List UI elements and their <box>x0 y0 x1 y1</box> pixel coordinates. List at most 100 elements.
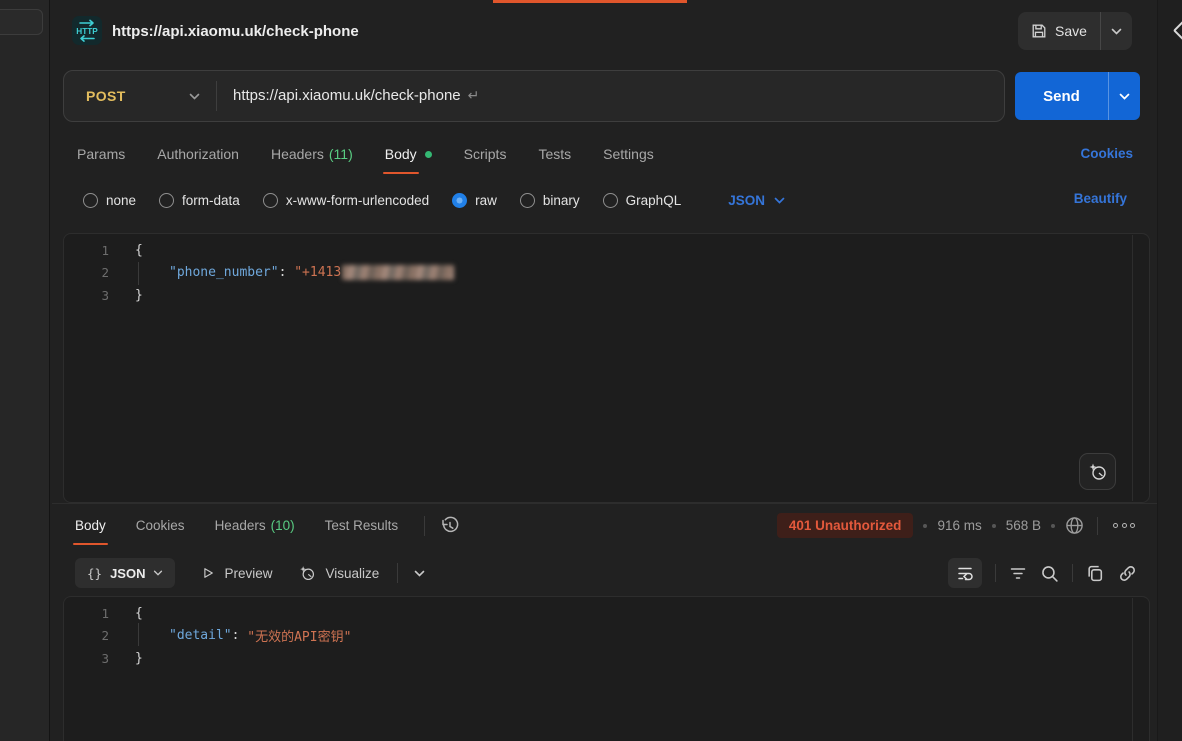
request-url-bar: POST https://api.xiaomu.uk/check-phone ↵ <box>63 70 1005 122</box>
more-options-icon[interactable] <box>1111 521 1137 530</box>
body-type-options: none form-data x-www-form-urlencoded raw bin… <box>83 185 785 215</box>
tab-label: Scripts <box>464 146 507 162</box>
return-symbol: ↵ <box>468 87 480 103</box>
send-label: Send <box>1015 88 1108 105</box>
tab-test-results[interactable]: Test Results <box>325 504 399 547</box>
tab-headers[interactable]: Headers(11) <box>271 132 353 176</box>
radio-icon <box>263 193 278 208</box>
response-body-code: 1{2"detail": "无效的API密钥"3} <box>64 597 1149 670</box>
filter-icon <box>1009 564 1027 582</box>
request-body-code: 1{2"phone_number": "+14133} <box>64 234 1149 307</box>
url-value: https://api.xiaomu.uk/check-phone <box>233 87 461 104</box>
sidebar-tab-partial[interactable] <box>0 9 43 35</box>
postbot-button[interactable] <box>1079 453 1116 490</box>
response-status-bar: 401 Unauthorized 916 ms 568 B <box>777 504 1137 547</box>
filter-button[interactable] <box>1009 564 1027 582</box>
play-icon <box>201 566 215 580</box>
tab-tests[interactable]: Tests <box>538 132 571 176</box>
request-body-editor[interactable]: 1{2"phone_number": "+14133} <box>63 233 1150 503</box>
line-number: 3 <box>64 288 109 303</box>
preview-label: Preview <box>224 566 272 581</box>
tab-headers[interactable]: Headers(10) <box>215 504 295 547</box>
tab-settings[interactable]: Settings <box>603 132 654 176</box>
tab-count-badge: (11) <box>329 146 353 162</box>
indent-guide <box>138 262 139 285</box>
save-button[interactable]: Save <box>1018 12 1132 50</box>
body-type-form-data[interactable]: form-data <box>159 193 240 208</box>
tab-params[interactable]: Params <box>77 132 125 176</box>
tab-body[interactable]: Body <box>75 504 106 547</box>
line-number: 2 <box>64 265 109 280</box>
dot-separator <box>1051 524 1055 528</box>
radio-label: form-data <box>182 193 240 208</box>
method-selector[interactable]: POST <box>64 88 216 104</box>
tab-label: Authorization <box>157 146 239 162</box>
braces-icon: {} <box>87 566 102 581</box>
body-type-raw[interactable]: raw <box>452 193 497 208</box>
history-icon[interactable] <box>439 515 461 537</box>
url-input[interactable]: https://api.xiaomu.uk/check-phone ↵ <box>217 87 479 105</box>
toolbar-more-dropdown[interactable] <box>414 570 425 577</box>
save-label: Save <box>1055 23 1087 39</box>
tab-label: Body <box>385 146 417 162</box>
tab-cookies[interactable]: Cookies <box>136 504 185 547</box>
line-number: 2 <box>64 628 109 643</box>
code-line: 2"phone_number": "+1413 <box>64 262 1149 285</box>
left-sidebar <box>0 0 50 741</box>
app-window: HTTP https://api.xiaomu.uk/check-phone S… <box>0 0 1182 741</box>
visualize-button[interactable]: Visualize <box>298 564 379 582</box>
chevron-down-icon <box>1119 93 1130 100</box>
tab-label: Settings <box>603 146 654 162</box>
status-badge[interactable]: 401 Unauthorized <box>777 513 914 538</box>
wrap-text-button[interactable] <box>948 558 982 588</box>
scrollbar-gutter[interactable] <box>1132 235 1133 501</box>
tab-label: Body <box>75 518 106 533</box>
divider <box>424 516 425 536</box>
body-type-graphql[interactable]: GraphQL <box>603 193 682 208</box>
network-globe-icon[interactable] <box>1065 516 1084 535</box>
radio-label: GraphQL <box>626 193 682 208</box>
response-history <box>424 504 461 547</box>
http-request-icon: HTTP <box>72 16 102 45</box>
code-line: 3} <box>64 284 1149 307</box>
response-body-editor[interactable]: 1{2"detail": "无效的API密钥"3} <box>63 596 1150 741</box>
send-button[interactable]: Send <box>1015 72 1140 120</box>
code-line: 1{ <box>64 602 1149 625</box>
cookies-link[interactable]: Cookies <box>1080 146 1133 161</box>
divider <box>397 563 398 583</box>
body-type-x-www-form-urlencoded[interactable]: x-www-form-urlencoded <box>263 193 429 208</box>
beautify-link[interactable]: Beautify <box>1074 191 1127 206</box>
body-type-none[interactable]: none <box>83 193 136 208</box>
radio-icon <box>159 193 174 208</box>
copy-button[interactable] <box>1086 564 1105 583</box>
language-dropdown[interactable]: JSON <box>728 193 785 208</box>
scrollbar-gutter[interactable] <box>1132 598 1133 741</box>
tab-scripts[interactable]: Scripts <box>464 132 507 176</box>
body-type-binary[interactable]: binary <box>520 193 580 208</box>
search-button[interactable] <box>1040 564 1059 583</box>
tab-body[interactable]: Body <box>385 132 432 176</box>
response-toolbar: {} JSON Preview Visualize <box>75 553 1137 593</box>
save-dropdown-button[interactable] <box>1101 28 1132 35</box>
chevron-down-icon <box>1111 28 1122 35</box>
radio-icon <box>83 193 98 208</box>
dot-separator <box>923 524 927 528</box>
radio-label: none <box>106 193 136 208</box>
radio-label: binary <box>543 193 580 208</box>
send-dropdown-button[interactable] <box>1109 93 1140 100</box>
tab-authorization[interactable]: Authorization <box>157 132 239 176</box>
redacted-value-blur <box>342 265 454 280</box>
copy-icon <box>1086 564 1105 583</box>
link-icon <box>1118 564 1137 583</box>
wrap-text-icon <box>956 564 974 582</box>
preview-button[interactable]: Preview <box>201 566 272 581</box>
response-format-dropdown[interactable]: {} JSON <box>75 558 175 588</box>
method-label: POST <box>86 88 126 104</box>
format-label: JSON <box>110 566 145 581</box>
link-button[interactable] <box>1118 564 1137 583</box>
line-number: 1 <box>64 243 109 258</box>
code-line: 1{ <box>64 239 1149 262</box>
visualize-label: Visualize <box>325 566 379 581</box>
chevron-down-icon <box>189 93 200 100</box>
tab-label: Cookies <box>136 518 185 533</box>
